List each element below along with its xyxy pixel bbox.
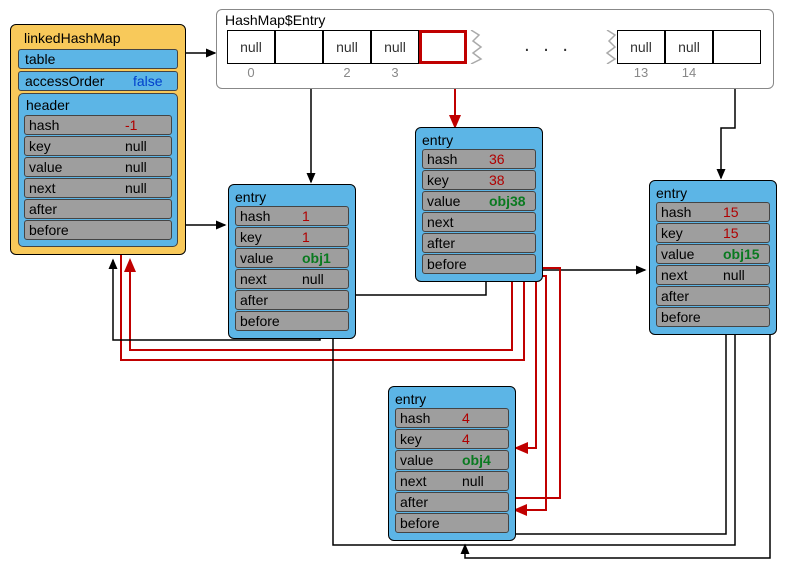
header-hash: hash-1	[24, 115, 172, 135]
cell-14: null	[665, 30, 713, 64]
header-next: nextnull	[24, 178, 172, 198]
lhm-title: linkedHashMap	[18, 28, 178, 47]
header-value: valuenull	[24, 157, 172, 177]
hashmap-entry-array: HashMap$Entry null 0 null 2 null 3 . . .…	[216, 9, 774, 89]
cell-highlight	[419, 30, 467, 64]
header-title: header	[24, 96, 172, 114]
linked-hashmap-box: linkedHashMap table accessOrder false he…	[10, 24, 186, 255]
header-before: before	[24, 220, 172, 240]
jagged-break-left	[469, 30, 485, 64]
cell-2: null	[323, 30, 371, 64]
entry15-title: entry	[656, 185, 770, 201]
entry36-box: entry hash36 key38 valueobj38 next after…	[415, 127, 543, 282]
entry4-box: entry hash4 key4 valueobj4 nextnull afte…	[388, 386, 516, 541]
hashmap-title: HashMap$Entry	[217, 10, 773, 30]
cell-15	[713, 30, 761, 64]
cell-13: null	[617, 30, 665, 64]
cell-1	[275, 30, 323, 64]
header-key: keynull	[24, 136, 172, 156]
cell-3: null	[371, 30, 419, 64]
lhm-header-box: header hash-1 keynull valuenull nextnull…	[18, 93, 178, 247]
entry4-title: entry	[395, 391, 509, 407]
jagged-break-right	[601, 30, 617, 64]
entry15-box: entry hash15 key15 valueobj15 nextnull a…	[649, 180, 777, 335]
entry36-title: entry	[422, 132, 536, 148]
header-after: after	[24, 199, 172, 219]
cell-0: null	[227, 30, 275, 64]
entry1-box: entry hash1 key1 valueobj1 nextnull afte…	[228, 184, 356, 339]
entry1-title: entry	[235, 189, 349, 205]
lhm-accessorder-row: accessOrder false	[18, 71, 178, 91]
ellipsis: . . .	[513, 34, 583, 57]
lhm-table-row: table	[18, 49, 178, 69]
